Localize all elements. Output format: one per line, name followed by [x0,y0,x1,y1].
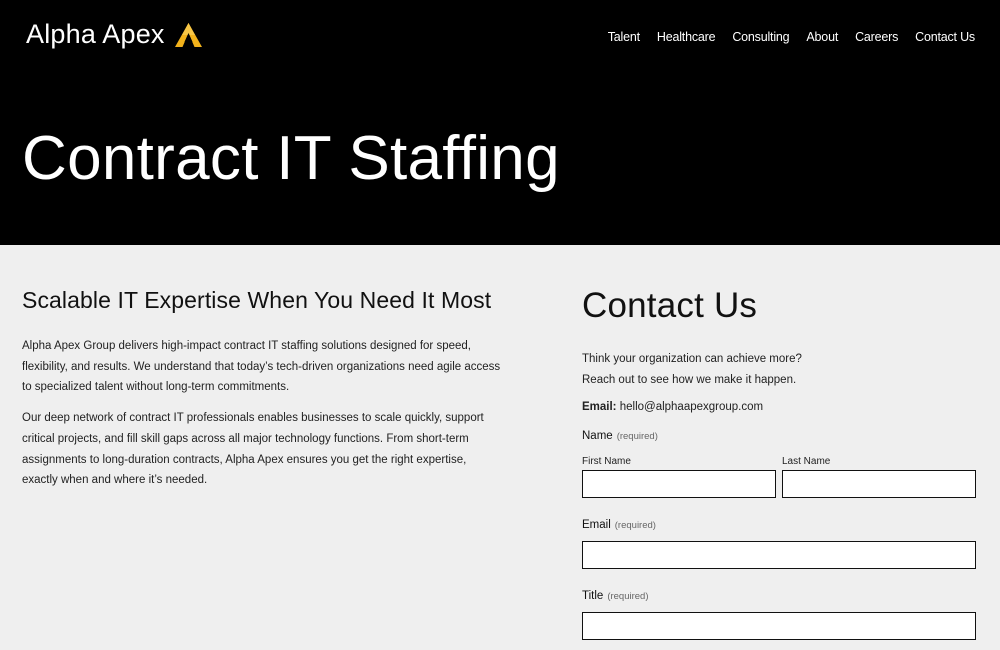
email-label: Email: [582,401,617,413]
hero-header: Alpha Apex Talent Healthcare Consulting … [0,0,1000,245]
brand-logo[interactable]: Alpha Apex [26,19,203,50]
page-title: Contract IT Staffing [22,124,560,193]
title-field-group: Title (required) [582,586,976,640]
name-field-group: Name (required) First Name Last Name [582,426,976,498]
contact-email: Email: hello@alphaapexgroup.com [582,401,976,413]
contact-intro-line-2: Reach out to see how we make it happen. [582,374,797,386]
apex-triangle-icon [174,22,202,47]
email-input[interactable] [582,541,976,569]
title-input[interactable] [582,612,976,640]
email-required-note: (required) [614,520,656,531]
first-name-label: First Name [582,456,631,467]
nav-contact-us[interactable]: Contact Us [915,30,975,44]
contact-intro: Think your organization can achieve more… [582,349,976,391]
section-heading: Scalable IT Expertise When You Need It M… [22,287,492,313]
nav-about[interactable]: About [806,30,838,44]
contact-title: Contact Us [582,286,758,325]
last-name-input[interactable] [782,470,976,498]
first-name-input[interactable] [582,470,776,498]
network-paragraph: Our deep network of contract IT professi… [22,412,484,487]
title-required-note: (required) [607,591,649,602]
main-nav: Talent Healthcare Consulting About Caree… [608,30,975,44]
nav-careers[interactable]: Careers [855,30,898,44]
brand-name: Alpha Apex [26,19,165,49]
email-address-link[interactable]: hello@alphaapexgroup.com [620,401,763,413]
nav-healthcare[interactable]: Healthcare [657,30,716,44]
name-required-note: (required) [616,431,658,442]
contact-intro-line-1: Think your organization can achieve more… [582,353,802,365]
email-field-group: Email (required) [582,515,976,569]
title-field-label: Title [582,590,604,602]
email-field-label: Email [582,519,611,531]
nav-talent[interactable]: Talent [608,30,640,44]
contact-form-section: Contact Us Think your organization can a… [582,288,976,640]
last-name-label: Last Name [782,456,831,467]
intro-paragraph: Alpha Apex Group delivers high-impact co… [22,340,501,394]
nav-consulting[interactable]: Consulting [732,30,789,44]
intro-section: Scalable IT Expertise When You Need It M… [22,287,502,501]
name-label: Name [582,430,613,442]
